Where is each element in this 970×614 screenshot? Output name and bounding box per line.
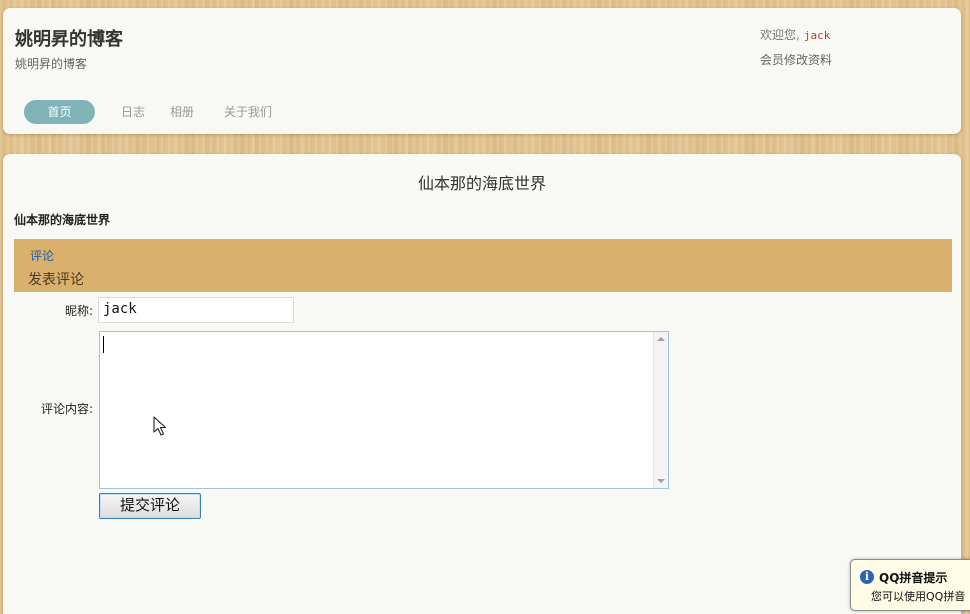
qq-pinyin-tooltip[interactable]: i QQ拼音提示 您可以使用QQ拼音 [850,559,970,611]
tooltip-body: 您可以使用QQ拼音 [871,590,966,603]
info-icon: i [860,570,874,584]
comment-content-label: 评论内容: [40,402,93,416]
welcome-message: 欢迎您, jack [760,26,830,43]
header-panel: 姚明昇的博客 姚明昇的博客 欢迎您, jack 会员修改资料 首页 日志 相册 关… [3,8,961,134]
nav-home[interactable]: 首页 [24,100,95,124]
nav-about[interactable]: 关于我们 [224,100,272,124]
nav-blog[interactable]: 日志 [121,100,145,124]
site-subtitle: 姚明昇的博客 [15,57,88,71]
text-caret [103,336,104,353]
main-panel: 仙本那的海底世界 仙本那的海底世界 评论 发表评论 昵称: jack 评论内容:… [3,154,961,614]
mouse-pointer-icon [153,416,167,436]
nav-album[interactable]: 相册 [170,100,194,124]
submit-comment-button[interactable]: 提交评论 [99,493,201,519]
username[interactable]: jack [804,29,831,42]
welcome-text: 欢迎您, [760,28,800,42]
scroll-up-arrow-icon[interactable] [657,337,665,341]
post-title: 仙本那的海底世界 [417,174,546,193]
textarea-scrollbar[interactable] [653,332,668,488]
comment-tab[interactable]: 评论 [30,247,54,264]
edit-profile-link[interactable]: 会员修改资料 [760,51,832,68]
site-title[interactable]: 姚明昇的博客 [15,25,123,51]
tooltip-title: QQ拼音提示 [879,571,948,585]
comment-content-textarea[interactable] [99,331,669,489]
post-comment-heading: 发表评论 [28,272,84,288]
nickname-label: 昵称: [64,304,93,318]
scroll-down-arrow-icon[interactable] [657,479,665,483]
post-heading: 仙本那的海底世界 [14,213,111,227]
nickname-input[interactable]: jack [98,297,294,323]
comment-section-bar: 评论 发表评论 [14,239,952,292]
